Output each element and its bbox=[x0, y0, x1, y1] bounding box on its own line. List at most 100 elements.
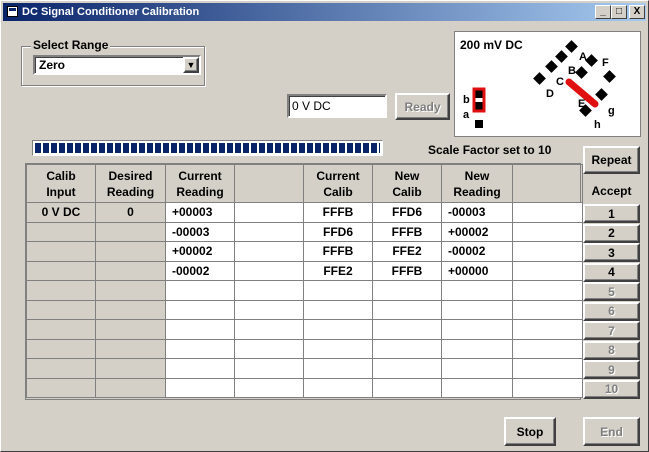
minimize-button[interactable]: _ bbox=[595, 5, 611, 19]
table-cell[interactable] bbox=[234, 377, 304, 398]
table-cell[interactable] bbox=[234, 280, 304, 301]
table-cell[interactable] bbox=[512, 202, 583, 223]
table-cell[interactable] bbox=[26, 299, 96, 320]
table-cell[interactable] bbox=[26, 280, 96, 301]
table-cell[interactable] bbox=[303, 280, 373, 301]
calibration-grid[interactable]: Calib Input Desired Reading Current Readin… bbox=[25, 163, 583, 400]
title-bar[interactable]: DC Signal Conditioner Calibration _ □ X bbox=[3, 3, 646, 21]
table-cell[interactable] bbox=[95, 260, 166, 281]
table-cell[interactable] bbox=[372, 338, 442, 359]
accept-button-2[interactable]: 2 bbox=[583, 223, 640, 243]
table-cell[interactable] bbox=[26, 260, 96, 281]
table-cell[interactable] bbox=[512, 299, 583, 320]
table-cell[interactable] bbox=[234, 358, 304, 379]
stop-button[interactable]: Stop bbox=[504, 417, 556, 446]
table-cell[interactable] bbox=[441, 358, 513, 379]
table-cell[interactable]: +00003 bbox=[165, 202, 235, 223]
maximize-button[interactable]: □ bbox=[611, 5, 627, 19]
table-cell[interactable] bbox=[441, 299, 513, 320]
table-cell[interactable] bbox=[26, 338, 96, 359]
table-cell[interactable] bbox=[234, 221, 304, 242]
accept-button-4[interactable]: 4 bbox=[583, 262, 640, 282]
table-cell[interactable]: FFFB bbox=[372, 221, 442, 242]
table-cell[interactable] bbox=[165, 299, 235, 320]
table-cell[interactable] bbox=[441, 377, 513, 398]
table-cell[interactable] bbox=[372, 280, 442, 301]
table-cell[interactable]: FFE2 bbox=[372, 241, 442, 262]
table-cell[interactable] bbox=[234, 319, 304, 340]
table-cell[interactable] bbox=[95, 280, 166, 301]
table-cell[interactable]: 0 bbox=[95, 202, 166, 223]
table-cell[interactable]: -00002 bbox=[441, 241, 513, 262]
table-cell[interactable] bbox=[95, 299, 166, 320]
table-cell[interactable]: -00002 bbox=[165, 260, 235, 281]
ready-button[interactable]: Ready bbox=[395, 93, 450, 120]
table-cell[interactable] bbox=[441, 338, 513, 359]
table-cell[interactable] bbox=[512, 338, 583, 359]
table-cell[interactable] bbox=[165, 280, 235, 301]
table-cell[interactable] bbox=[234, 260, 304, 281]
table-cell[interactable]: FFD6 bbox=[372, 202, 442, 223]
chevron-down-icon[interactable]: ▼ bbox=[183, 57, 199, 73]
repeat-button[interactable]: Repeat bbox=[583, 146, 640, 174]
table-cell[interactable] bbox=[372, 319, 442, 340]
table-cell[interactable]: -00003 bbox=[165, 221, 235, 242]
table-cell[interactable] bbox=[95, 358, 166, 379]
table-cell[interactable] bbox=[512, 280, 583, 301]
table-cell[interactable] bbox=[26, 319, 96, 340]
table-cell[interactable]: FFD6 bbox=[303, 221, 373, 242]
close-button[interactable]: X bbox=[629, 5, 645, 19]
table-cell[interactable]: 0 V DC bbox=[26, 202, 96, 223]
table-cell[interactable] bbox=[26, 377, 96, 398]
table-cell[interactable] bbox=[303, 338, 373, 359]
accept-button-3[interactable]: 3 bbox=[583, 243, 640, 262]
range-select[interactable]: Zero ▼ bbox=[33, 55, 201, 75]
table-cell[interactable] bbox=[165, 319, 235, 340]
table-cell[interactable] bbox=[303, 358, 373, 379]
table-cell[interactable] bbox=[303, 299, 373, 320]
table-cell[interactable] bbox=[165, 338, 235, 359]
accept-button-9[interactable]: 9 bbox=[583, 360, 640, 379]
accept-button-7[interactable]: 7 bbox=[583, 321, 640, 340]
table-cell[interactable]: -00003 bbox=[441, 202, 513, 223]
table-cell[interactable] bbox=[26, 221, 96, 242]
table-cell[interactable] bbox=[512, 221, 583, 242]
accept-button-1[interactable]: 1 bbox=[583, 204, 640, 223]
table-cell[interactable]: FFFB bbox=[372, 260, 442, 281]
table-cell[interactable] bbox=[95, 338, 166, 359]
table-cell[interactable] bbox=[95, 221, 166, 242]
table-cell[interactable] bbox=[95, 319, 166, 340]
table-cell[interactable] bbox=[26, 358, 96, 379]
table-cell[interactable] bbox=[512, 241, 583, 262]
accept-button-10[interactable]: 10 bbox=[583, 379, 640, 399]
table-cell[interactable]: +00000 bbox=[441, 260, 513, 281]
table-cell[interactable] bbox=[26, 241, 96, 262]
table-cell[interactable] bbox=[441, 319, 513, 340]
table-cell[interactable] bbox=[165, 377, 235, 398]
input-value-field[interactable]: 0 V DC bbox=[287, 94, 387, 118]
table-cell[interactable] bbox=[372, 299, 442, 320]
table-cell[interactable] bbox=[512, 358, 583, 379]
table-cell[interactable] bbox=[95, 377, 166, 398]
table-cell[interactable] bbox=[441, 280, 513, 301]
table-cell[interactable] bbox=[234, 241, 304, 262]
table-cell[interactable] bbox=[234, 299, 304, 320]
table-cell[interactable] bbox=[303, 377, 373, 398]
table-cell[interactable]: FFE2 bbox=[303, 260, 373, 281]
table-cell[interactable] bbox=[95, 241, 166, 262]
table-cell[interactable] bbox=[512, 260, 583, 281]
table-cell[interactable] bbox=[372, 377, 442, 398]
table-cell[interactable] bbox=[303, 319, 373, 340]
table-cell[interactable] bbox=[512, 319, 583, 340]
end-button[interactable]: End bbox=[583, 417, 640, 446]
accept-button-5[interactable]: 5 bbox=[583, 282, 640, 301]
table-cell[interactable] bbox=[234, 338, 304, 359]
table-cell[interactable]: +00002 bbox=[165, 241, 235, 262]
table-cell[interactable] bbox=[165, 358, 235, 379]
accept-button-6[interactable]: 6 bbox=[583, 301, 640, 321]
accept-button-8[interactable]: 8 bbox=[583, 340, 640, 360]
table-cell[interactable] bbox=[234, 202, 304, 223]
table-cell[interactable]: FFFB bbox=[303, 241, 373, 262]
table-cell[interactable]: FFFB bbox=[303, 202, 373, 223]
table-cell[interactable] bbox=[372, 358, 442, 379]
